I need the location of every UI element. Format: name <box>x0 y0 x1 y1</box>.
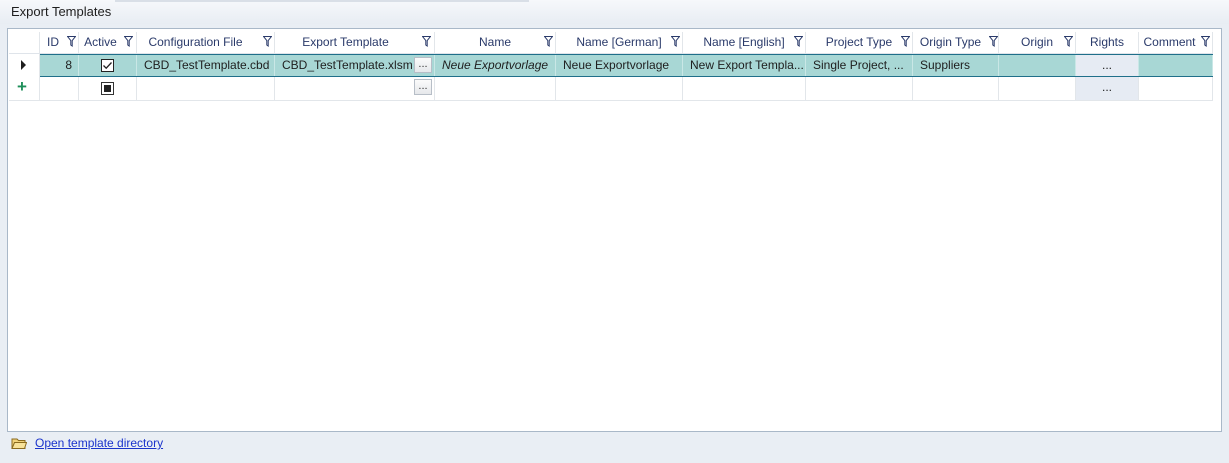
column-header-label: Active <box>84 35 117 49</box>
new-cell-id[interactable] <box>40 77 79 100</box>
column-header-id[interactable]: ID <box>40 32 79 53</box>
cell-comment[interactable] <box>1139 55 1213 76</box>
new-cell-configuration-file[interactable] <box>137 77 275 100</box>
cell-origin-type[interactable]: Suppliers <box>913 55 999 76</box>
column-header-label: Comment <box>1143 35 1196 49</box>
column-header-label: Configuration File <box>148 35 243 49</box>
row-selector[interactable] <box>9 54 40 77</box>
column-header-origin[interactable]: Origin <box>999 32 1076 53</box>
column-header-comment[interactable]: Comment <box>1139 32 1213 53</box>
open-template-directory-link[interactable]: Open template directory <box>35 436 163 450</box>
export-template-value: CBD_TestTemplate.xlsm <box>282 58 413 72</box>
column-header-rights[interactable]: Rights <box>1076 32 1139 53</box>
browse-export-template-button[interactable]: ... <box>414 79 432 95</box>
column-header-name[interactable]: Name <box>435 32 556 53</box>
filter-icon[interactable] <box>901 36 910 47</box>
filter-icon[interactable] <box>422 36 431 47</box>
title-divider <box>115 0 529 2</box>
column-header-origin-type[interactable]: Origin Type <box>913 32 999 53</box>
new-row[interactable]: + ... ... <box>9 77 1213 101</box>
new-cell-name-german[interactable] <box>556 77 683 100</box>
column-header-label: Rights <box>1089 35 1124 49</box>
table-row[interactable]: 8 CBD_TestTemplate.cbd CBD_TestTemplate.… <box>9 54 1213 77</box>
new-row-selector[interactable]: + <box>9 77 40 100</box>
new-cell-project-type[interactable] <box>806 77 913 100</box>
triangle-right-icon <box>21 60 26 70</box>
browse-export-template-button[interactable]: ... <box>414 57 432 73</box>
title-bar: Export Templates <box>0 0 1229 24</box>
column-header-configuration-file[interactable]: Configuration File <box>137 32 275 53</box>
cell-name-english[interactable]: New Export Templa... <box>683 55 806 76</box>
column-header-export-template[interactable]: Export Template <box>275 32 435 53</box>
new-cell-comment[interactable] <box>1139 77 1213 100</box>
footer-bar: Open template directory <box>0 432 1229 463</box>
column-header-name-german[interactable]: Name [German] <box>556 32 683 53</box>
filter-icon[interactable] <box>124 36 133 47</box>
filter-icon[interactable] <box>1064 36 1073 47</box>
checkbox-indeterminate-icon[interactable] <box>101 82 114 95</box>
cell-origin[interactable] <box>999 55 1076 76</box>
new-cell-name[interactable] <box>435 77 556 100</box>
new-cell-export-template[interactable]: ... <box>275 77 435 100</box>
column-header-label: Export Template <box>302 35 389 49</box>
folder-icon <box>11 438 27 449</box>
window-title: Export Templates <box>11 4 112 19</box>
column-header-label: Name [German] <box>576 35 662 49</box>
new-cell-origin-type[interactable] <box>913 77 999 100</box>
cell-project-type[interactable]: Single Project, ... <box>806 55 913 76</box>
column-header-label: Name <box>478 35 511 49</box>
cell-active[interactable] <box>79 55 137 76</box>
checkbox-checked-icon[interactable] <box>101 59 114 72</box>
filter-icon[interactable] <box>1201 36 1210 47</box>
header-row-selector <box>9 32 40 53</box>
filter-icon[interactable] <box>263 36 272 47</box>
cell-export-template[interactable]: CBD_TestTemplate.xlsm ... <box>275 55 435 76</box>
column-header-label: Name [English] <box>703 35 785 49</box>
column-header-label: ID <box>47 35 59 49</box>
column-header-label: Origin Type <box>919 35 982 49</box>
rights-button[interactable]: ... <box>1076 55 1139 76</box>
filter-icon[interactable] <box>794 36 803 47</box>
cell-name[interactable]: Neue Exportvorlage <box>435 55 556 76</box>
add-row-icon[interactable]: + <box>17 77 27 97</box>
column-header-label: Origin <box>1020 35 1053 49</box>
column-header-name-english[interactable]: Name [English] <box>683 32 806 53</box>
column-header-label: Project Type <box>825 35 893 49</box>
rights-button[interactable]: ... <box>1076 77 1139 100</box>
column-header-active[interactable]: Active <box>79 32 137 53</box>
cell-name-german[interactable]: Neue Exportvorlage <box>556 55 683 76</box>
export-templates-grid-panel: ID Active Configuration File Export Temp… <box>7 28 1222 432</box>
grid-header-row: ID Active Configuration File Export Temp… <box>9 32 1213 54</box>
filter-icon[interactable] <box>671 36 680 47</box>
new-cell-name-english[interactable] <box>683 77 806 100</box>
filter-icon[interactable] <box>67 36 76 47</box>
new-cell-active[interactable] <box>79 77 137 100</box>
new-cell-origin[interactable] <box>999 77 1076 100</box>
cell-id[interactable]: 8 <box>40 55 79 76</box>
column-header-project-type[interactable]: Project Type <box>806 32 913 53</box>
filter-icon[interactable] <box>544 36 553 47</box>
filter-icon[interactable] <box>989 36 998 47</box>
cell-configuration-file[interactable]: CBD_TestTemplate.cbd <box>137 55 275 76</box>
selected-row-body: 8 CBD_TestTemplate.cbd CBD_TestTemplate.… <box>40 54 1213 77</box>
